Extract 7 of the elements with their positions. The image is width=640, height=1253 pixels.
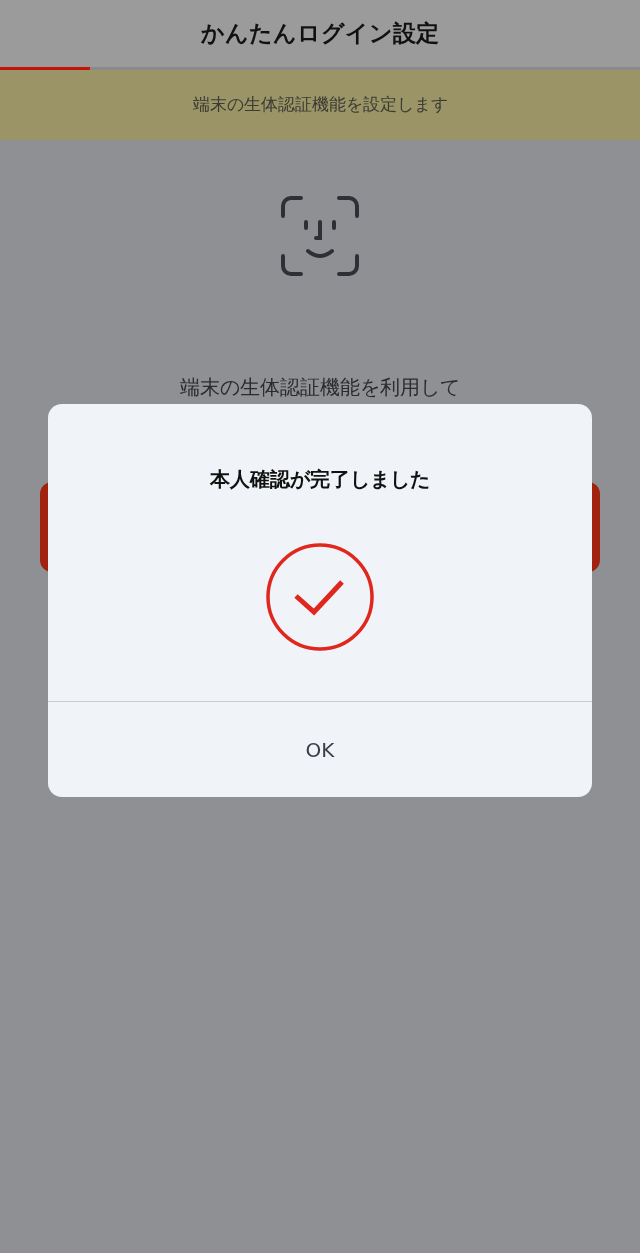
banner-text: 端末の生体認証機能を設定します [192, 93, 448, 117]
check-circle-icon [265, 542, 375, 652]
description-text: 端末の生体認証機能を利用して [180, 374, 460, 401]
face-id-icon [280, 196, 360, 276]
screen-title: かんたんログイン設定 [201, 19, 439, 49]
ok-button[interactable]: OK [281, 726, 359, 773]
dialog-title: 本人確認が完了しました [210, 466, 430, 493]
